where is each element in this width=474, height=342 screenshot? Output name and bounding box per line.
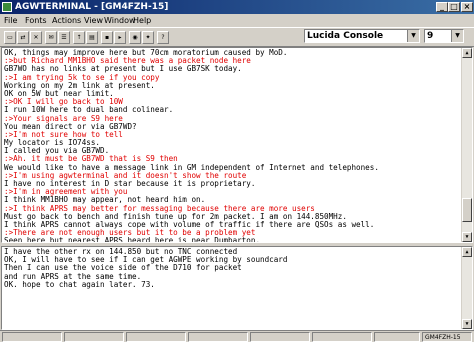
scroll-down-icon[interactable]: ▼ bbox=[462, 232, 472, 242]
status-panel bbox=[188, 332, 248, 342]
sent-line: :>I'm not sure how to tell bbox=[4, 130, 123, 139]
sent-line: :>There are not enough users but it to b… bbox=[4, 229, 256, 238]
sent-line: :>but Richard MM1BHO said there was a pa… bbox=[4, 57, 251, 66]
received-line: OK on 5W but near limit. bbox=[4, 89, 114, 98]
received-line: I think MM1BHO may appear, not heard him… bbox=[4, 196, 206, 205]
scroll-up-icon[interactable]: ▲ bbox=[462, 48, 472, 58]
received-line: I run 10W here to dual band colinear. bbox=[4, 106, 174, 115]
sent-line: :>Ah. it must be GB7WD that is S9 then bbox=[4, 155, 178, 164]
received-line: I think APRS cannot always cope with vol… bbox=[4, 220, 375, 229]
close-button[interactable]: × bbox=[461, 2, 473, 12]
received-line: You mean direct or via GB7WD? bbox=[4, 122, 137, 131]
font-name-value: Lucida Console bbox=[307, 31, 384, 41]
send-buffer-line: Then I can use the voice side of the D71… bbox=[4, 264, 242, 273]
receive-text: OK, things may improve here but 70cm mor… bbox=[2, 49, 462, 242]
mail-icon[interactable]: ✉ bbox=[45, 31, 57, 44]
status-panel bbox=[312, 332, 372, 342]
receive-scrollbar[interactable]: ▲ ▼ bbox=[461, 48, 472, 242]
app-icon[interactable] bbox=[2, 2, 12, 12]
sent-line: :>I think APRS may better for messaging … bbox=[4, 204, 315, 213]
menu-help[interactable]: Help bbox=[133, 15, 151, 27]
send-scrollbar[interactable]: ▲ ▼ bbox=[461, 247, 472, 329]
menu-fonts[interactable]: Fonts bbox=[25, 15, 47, 27]
send-pane[interactable]: I have the other rx on 144.850 but no TN… bbox=[1, 246, 473, 330]
received-line: My locator is IO74ss. bbox=[4, 139, 101, 148]
chevron-down-icon[interactable]: ▼ bbox=[451, 30, 463, 42]
status-panel bbox=[64, 332, 124, 342]
status-panel bbox=[126, 332, 186, 342]
send-buffer-line: I have the other rx on 144.850 but no TN… bbox=[4, 248, 238, 256]
send-buffer-line: OK, I will have to see if I can get AGWP… bbox=[4, 256, 288, 265]
send-buffer-line: OK. hope to chat again later. 73. bbox=[4, 280, 155, 289]
scroll-down-icon[interactable]: ▼ bbox=[462, 319, 472, 329]
status-panel bbox=[374, 332, 420, 342]
scroll-thumb[interactable] bbox=[462, 198, 472, 222]
beacon-icon[interactable]: ✦ bbox=[142, 31, 154, 44]
menu-file[interactable]: File bbox=[4, 15, 17, 27]
save-icon[interactable]: ▪ bbox=[101, 31, 113, 44]
sent-line: :>I am trying 5k to se if you copy bbox=[4, 73, 160, 82]
status-panel bbox=[2, 332, 62, 342]
received-line: I have no interest in D star because it … bbox=[4, 180, 256, 188]
print-icon[interactable]: ▤ bbox=[86, 31, 98, 44]
connect-icon[interactable]: ⇄ bbox=[17, 31, 29, 44]
status-bar: GM4FZH-15 bbox=[0, 330, 474, 342]
monitor-icon[interactable]: ◉ bbox=[129, 31, 141, 44]
menu-window[interactable]: Window bbox=[104, 15, 136, 27]
minimize-button[interactable]: _ bbox=[436, 2, 448, 12]
received-line: Must go back to bench and finish tune up… bbox=[4, 212, 347, 221]
scroll-up-icon[interactable]: ▲ bbox=[462, 247, 472, 257]
menu-bar: File Fonts Actions View Window Help bbox=[0, 15, 474, 27]
sent-line: :>Your signals are S9 here bbox=[4, 114, 123, 123]
receive-pane[interactable]: OK, things may improve here but 70cm mor… bbox=[1, 47, 473, 243]
title-bar[interactable]: AGWTERMINAL - [GM4FZH-15] _ □ × bbox=[0, 0, 474, 14]
help-icon[interactable]: ? bbox=[157, 31, 169, 44]
menu-actions[interactable]: Actions bbox=[52, 15, 81, 27]
sent-line: :>I'm using agwterminal and it doesn't s… bbox=[4, 171, 247, 180]
callsign-list-icon[interactable]: ☰ bbox=[58, 31, 70, 44]
font-size-value: 9 bbox=[427, 31, 434, 41]
send-text: I have the other rx on 144.850 but no TN… bbox=[2, 248, 462, 329]
font-name-select[interactable]: Lucida Console ▼ bbox=[304, 29, 420, 43]
app-window: AGWTERMINAL - [GM4FZH-15] _ □ × File Fon… bbox=[0, 0, 474, 342]
status-callsign: GM4FZH-15 bbox=[422, 332, 472, 342]
menu-view[interactable]: View bbox=[84, 15, 103, 27]
open-icon[interactable]: ▸ bbox=[114, 31, 126, 44]
received-line: We would like to have a message link in … bbox=[4, 163, 379, 172]
disconnect-icon[interactable]: ✕ bbox=[30, 31, 42, 44]
chevron-down-icon[interactable]: ▼ bbox=[407, 30, 419, 42]
window-title: AGWTERMINAL - [GM4FZH-15] bbox=[15, 2, 169, 12]
maximize-button[interactable]: □ bbox=[448, 2, 460, 12]
sent-line: :>I'm in agreement with you bbox=[4, 188, 128, 197]
send-file-icon[interactable]: ↑ bbox=[73, 31, 85, 44]
received-line: Working on my 2m link at present. bbox=[4, 81, 155, 90]
font-size-select[interactable]: 9 ▼ bbox=[424, 29, 464, 43]
status-panel bbox=[250, 332, 310, 342]
received-line: I called you via GB7WD. bbox=[4, 147, 110, 156]
new-icon[interactable]: ▭ bbox=[4, 31, 16, 44]
send-buffer-line: and run APRS at the same time. bbox=[4, 272, 142, 281]
sent-line: :>OK I will go back to 10W bbox=[4, 98, 123, 107]
received-line: OK, things may improve here but 70cm mor… bbox=[4, 49, 288, 57]
received-line: GB7WO has no links at present but I use … bbox=[4, 65, 242, 74]
